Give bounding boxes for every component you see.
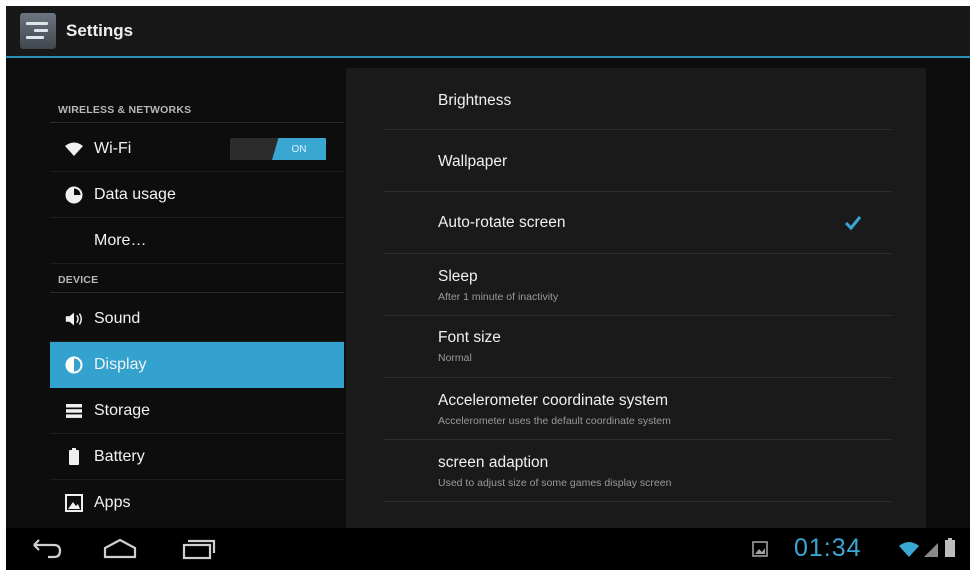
setting-title: Sleep (438, 268, 478, 285)
category-divider (50, 122, 344, 123)
settings-item-label: Battery (94, 447, 145, 465)
setting-title: Font size (438, 329, 501, 346)
display-settings-pane: Brightness Wallpaper Auto-rotate screen … (346, 68, 926, 528)
setting-title: Wallpaper (438, 153, 508, 170)
settings-item-display[interactable]: Display (50, 342, 344, 388)
screenshot-notification-icon[interactable] (752, 541, 768, 562)
app-title: Settings (66, 21, 134, 40)
settings-item-data-usage[interactable]: Data usage (50, 172, 344, 218)
setting-summary: Normal (438, 352, 472, 364)
settings-item-more[interactable]: More… (50, 218, 344, 264)
settings-body: WIRELESS & NETWORKS Wi-Fi ON Data usage … (6, 58, 970, 528)
settings-item-label: Data usage (94, 185, 176, 203)
setting-brightness[interactable]: Brightness (384, 68, 892, 130)
battery-icon (64, 447, 84, 467)
settings-item-sound[interactable]: Sound (50, 296, 344, 342)
wifi-toggle-on-label: ON (272, 138, 326, 160)
setting-sleep[interactable]: Sleep After 1 minute of inactivity (384, 254, 892, 316)
settings-item-label: Storage (94, 401, 151, 419)
setting-accelerometer-coordinate-system[interactable]: Accelerometer coordinate system Accelero… (384, 378, 892, 440)
apps-icon (64, 493, 84, 513)
category-divider (50, 292, 344, 293)
setting-summary: Accelerometer uses the default coordinat… (438, 415, 671, 427)
display-icon (64, 355, 84, 375)
settings-app-icon[interactable] (20, 13, 56, 49)
setting-summary: Used to adjust size of some games displa… (438, 477, 672, 489)
settings-item-storage[interactable]: Storage (50, 388, 344, 434)
settings-item-apps[interactable]: Apps (50, 480, 344, 526)
battery-status-icon (944, 538, 956, 563)
status-clock: 01:34 (794, 534, 862, 562)
setting-title: Auto-rotate screen (438, 214, 566, 231)
setting-summary: After 1 minute of inactivity (438, 291, 559, 303)
storage-icon (64, 401, 84, 421)
settings-categories-pane: WIRELESS & NETWORKS Wi-Fi ON Data usage … (50, 58, 346, 528)
wifi-toggle[interactable]: ON (230, 138, 326, 160)
category-device: DEVICE (58, 274, 99, 286)
speaker-icon (64, 309, 84, 329)
setting-title: screen adaption (438, 454, 549, 471)
tablet-screen: Settings WIRELESS & NETWORKS Wi-Fi ON Da… (6, 6, 970, 570)
setting-title: Accelerometer coordinate system (438, 392, 669, 409)
settings-item-label: Sound (94, 309, 141, 327)
setting-font-size[interactable]: Font size Normal (384, 316, 892, 378)
setting-wallpaper[interactable]: Wallpaper (384, 130, 892, 192)
wifi-signal-icon (898, 540, 920, 563)
recent-apps-button[interactable] (176, 536, 220, 562)
settings-item-label: More… (94, 231, 147, 249)
setting-screen-adaption[interactable]: screen adaption Used to adjust size of s… (384, 440, 892, 502)
back-button[interactable] (24, 536, 68, 562)
settings-item-label: Wi-Fi (94, 139, 132, 157)
wifi-icon (64, 139, 84, 159)
data-usage-icon (64, 185, 84, 205)
category-wireless-networks: WIRELESS & NETWORKS (58, 104, 192, 116)
setting-title: Brightness (438, 92, 512, 109)
cellular-signal-icon (922, 540, 940, 563)
settings-item-battery[interactable]: Battery (50, 434, 344, 480)
settings-item-wifi[interactable]: Wi-Fi ON (50, 126, 344, 172)
settings-item-label: Display (94, 356, 147, 373)
home-button[interactable] (98, 536, 142, 562)
setting-auto-rotate-screen[interactable]: Auto-rotate screen (384, 192, 892, 254)
checkmark-icon[interactable] (844, 214, 862, 232)
action-bar: Settings (6, 6, 970, 58)
system-navigation-bar: 01:34 (6, 528, 970, 570)
settings-item-label: Apps (94, 494, 131, 511)
